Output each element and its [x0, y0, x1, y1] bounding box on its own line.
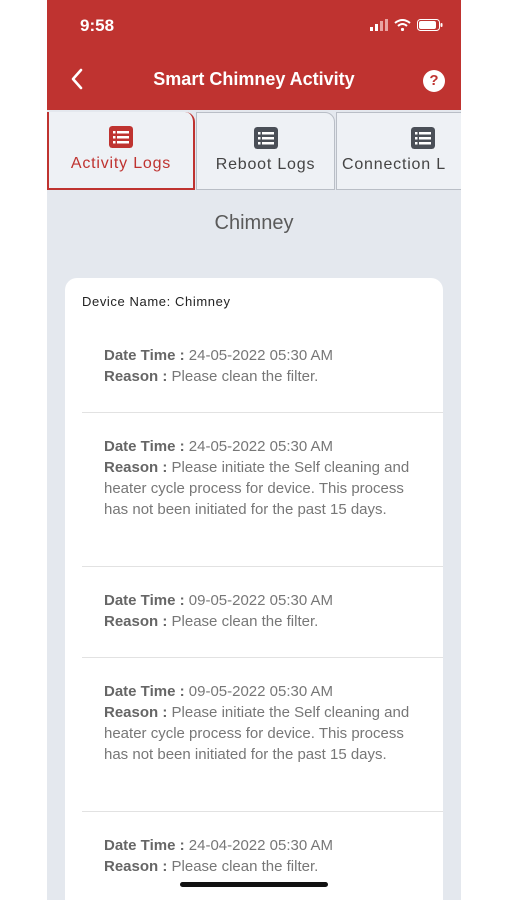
list-icon [109, 126, 133, 148]
home-indicator [180, 882, 328, 887]
reason-row: Reason : Please initiate the Self cleani… [104, 457, 424, 520]
log-card: Device Name: Chimney Date Time : 24-05-2… [65, 278, 443, 900]
reason-label: Reason : [104, 459, 168, 476]
date-row: Date Time : 24-05-2022 05:30 AM [104, 436, 424, 457]
reason-row: Reason : Please clean the filter. [104, 611, 424, 632]
reason-row: Reason : Please clean the filter. [104, 366, 424, 387]
date-value: 24-05-2022 05:30 AM [188, 438, 334, 455]
help-icon[interactable]: ? [423, 70, 445, 92]
status-icons [370, 19, 443, 31]
date-label: Date Time : [104, 347, 185, 364]
tab-label: Activity Logs [70, 155, 172, 172]
date-label: Date Time : [104, 837, 185, 854]
date-value: 09-05-2022 05:30 AM [188, 592, 334, 609]
battery-icon [417, 19, 443, 31]
page-title: Smart Chimney Activity [153, 69, 355, 89]
tab-bar: Activity Logs Reboot Logs Connection L [47, 110, 461, 192]
phone-screen: 9:58 Smart Chimney Activity ? Activity L… [47, 0, 461, 900]
device-name-label: Device Name: Chimney [82, 294, 231, 309]
reason-label: Reason : [104, 704, 168, 721]
reason-value: Please clean the filter. [171, 613, 319, 630]
date-label: Date Time : [104, 592, 185, 609]
log-entry: Date Time : 09-05-2022 05:30 AM Reason :… [104, 681, 424, 765]
log-entry: Date Time : 24-04-2022 05:30 AM Reason :… [104, 835, 424, 877]
divider [82, 566, 443, 567]
date-label: Date Time : [104, 438, 185, 455]
tab-label: Reboot Logs [215, 156, 316, 173]
reason-label: Reason : [104, 613, 168, 630]
signal-icon [370, 19, 388, 31]
date-row: Date Time : 24-04-2022 05:30 AM [104, 835, 424, 856]
status-time: 9:58 [80, 16, 115, 35]
divider [82, 811, 443, 812]
reason-row: Reason : Please initiate the Self cleani… [104, 702, 424, 765]
reason-label: Reason : [104, 368, 168, 385]
app-header: 9:58 Smart Chimney Activity ? [47, 0, 461, 110]
date-value: 24-05-2022 05:30 AM [188, 347, 334, 364]
date-value: 24-04-2022 05:30 AM [188, 837, 334, 854]
date-value: 09-05-2022 05:30 AM [188, 683, 334, 700]
tab-activity-logs[interactable]: Activity Logs [47, 112, 195, 190]
date-row: Date Time : 09-05-2022 05:30 AM [104, 590, 424, 611]
tab-label: Connection L [342, 156, 446, 173]
log-entry: Date Time : 24-05-2022 05:30 AM Reason :… [104, 345, 424, 387]
date-row: Date Time : 24-05-2022 05:30 AM [104, 345, 424, 366]
reason-label: Reason : [104, 858, 168, 875]
reason-value: Please clean the filter. [171, 858, 319, 875]
wifi-icon [394, 19, 411, 31]
divider [82, 412, 443, 413]
divider [82, 657, 443, 658]
log-entry: Date Time : 09-05-2022 05:30 AM Reason :… [104, 590, 424, 632]
section-title: Chimney [214, 212, 294, 234]
tab-reboot-logs[interactable]: Reboot Logs [196, 112, 335, 190]
tab-connection-logs[interactable]: Connection L [336, 112, 461, 190]
log-entry: Date Time : 24-05-2022 05:30 AM Reason :… [104, 436, 424, 520]
list-icon [253, 127, 278, 149]
list-icon [411, 127, 435, 149]
reason-value: Please clean the filter. [171, 368, 319, 385]
reason-row: Reason : Please clean the filter. [104, 856, 424, 877]
date-row: Date Time : 09-05-2022 05:30 AM [104, 681, 424, 702]
date-label: Date Time : [104, 683, 185, 700]
